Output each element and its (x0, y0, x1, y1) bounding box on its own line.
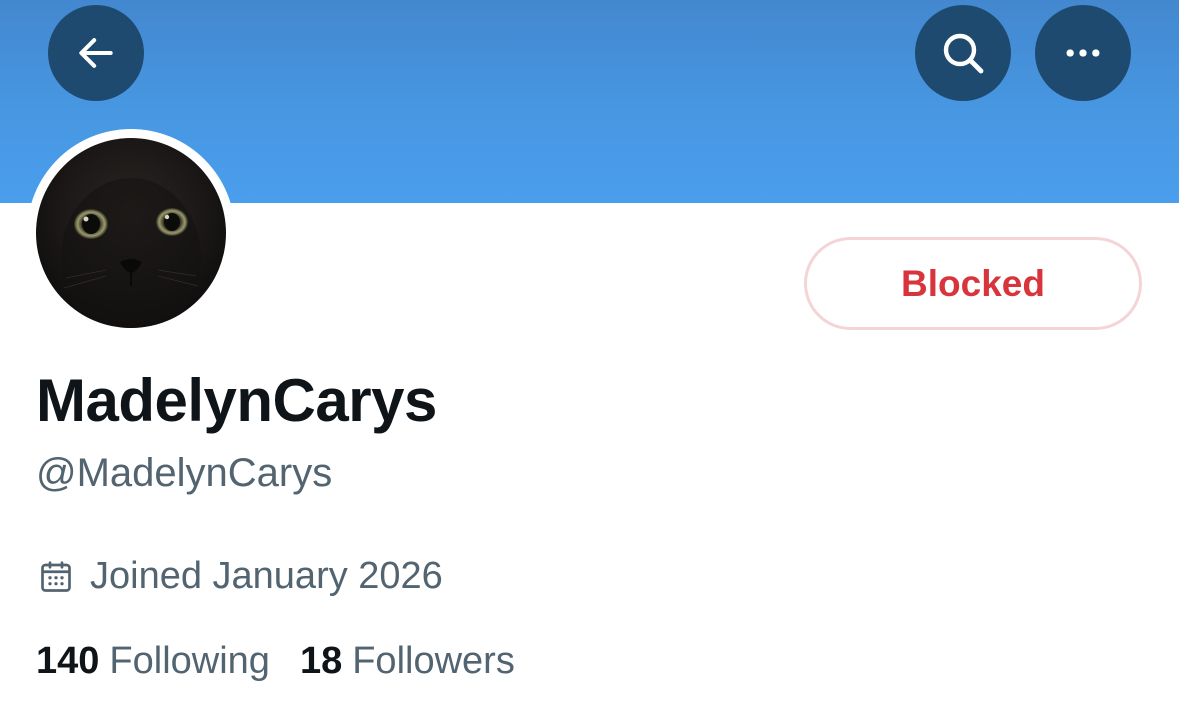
joined-date: Joined January 2026 (38, 555, 443, 598)
calendar-icon (41, 560, 71, 592)
avatar[interactable] (36, 138, 226, 328)
back-button[interactable] (48, 5, 144, 101)
avatar-image (36, 138, 226, 328)
back-arrow-icon (79, 38, 113, 68)
more-options-icon (1066, 49, 1100, 57)
following-label: Following (109, 640, 270, 682)
search-button[interactable] (915, 5, 1011, 101)
following-count: 140 (36, 640, 100, 682)
joined-date-text: Joined January 2026 (90, 555, 443, 597)
display-name: MadelynCarys (36, 367, 437, 434)
followers-link[interactable]: 18 Followers (300, 640, 515, 683)
followers-count: 18 (299, 640, 343, 682)
blocked-button[interactable]: Blocked (804, 237, 1142, 330)
more-options-button[interactable] (1035, 5, 1131, 101)
follow-stats: 140 Following 18 Followers (36, 640, 515, 683)
profile-handle: @MadelynCarys (36, 451, 333, 495)
search-icon (943, 33, 984, 74)
following-link[interactable]: 140 Following (36, 640, 270, 683)
profile-page: Blocked MadelynCarys @MadelynCarys Joine… (0, 0, 1179, 728)
followers-label: Followers (352, 640, 515, 682)
